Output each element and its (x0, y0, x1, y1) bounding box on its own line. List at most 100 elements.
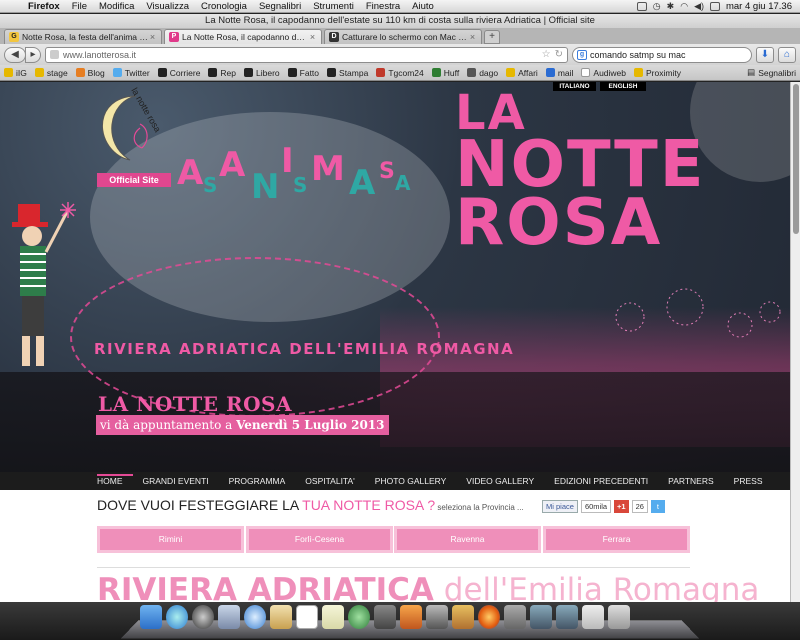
dropbox-icon[interactable] (636, 1, 647, 11)
tab-2-active[interactable]: P La Notte Rosa, il capodanno dell... × (164, 29, 322, 44)
firefox-icon[interactable] (478, 605, 500, 629)
tab-1[interactable]: G Notte Rosa, la festa dell'anima s... × (4, 29, 162, 44)
search-bar[interactable]: g comando satmp su mac (572, 46, 752, 63)
menu-finestra[interactable]: Finestra (360, 1, 406, 12)
trash-icon[interactable] (608, 605, 630, 629)
site-identity-icon[interactable] (50, 50, 59, 59)
hero-subtitle-date: Venerdì 5 Luglio 2013 (236, 418, 385, 432)
menu-segnalibri[interactable]: Segnalibri (253, 1, 307, 12)
page-scrollbar[interactable] (790, 82, 800, 602)
menu-cronologia[interactable]: Cronologia (195, 1, 253, 12)
bookmark-item[interactable]: stage (34, 68, 68, 78)
bookmark-item[interactable]: Rep (208, 68, 236, 78)
bookmark-favicon-icon (157, 68, 167, 77)
province-forli-cesena-button[interactable]: Forlì-Cesena (246, 526, 393, 553)
bookmark-item[interactable]: Blog (75, 68, 105, 78)
search-input[interactable]: comando satmp su mac (590, 50, 686, 60)
province-rimini-button[interactable]: Rimini (97, 526, 244, 553)
bookmark-item[interactable]: Libero (244, 68, 280, 78)
nav-partners[interactable]: PARTNERS (668, 476, 724, 486)
menu-strumenti[interactable]: Strumenti (307, 1, 360, 12)
twitter-bird-icon[interactable]: t (650, 500, 665, 513)
close-tab-icon[interactable]: × (468, 32, 477, 42)
bookmark-item[interactable]: Fatto (287, 68, 319, 78)
new-tab-button[interactable]: + (484, 30, 500, 44)
nav-press[interactable]: PRESS (734, 476, 773, 486)
bookmark-item[interactable]: Proximity (634, 68, 681, 78)
reload-icon[interactable]: ↻ (555, 49, 563, 60)
downloads-button[interactable]: ⬇ (756, 46, 774, 63)
bookmark-item[interactable]: Corriere (157, 68, 200, 78)
iphoto-icon[interactable] (452, 605, 474, 629)
google-plus-button[interactable]: +1 (614, 500, 629, 513)
battery-icon[interactable] (709, 1, 720, 11)
bookmark-star-icon[interactable]: ☆ (542, 49, 551, 60)
nav-video-gallery[interactable]: VIDEO GALLERY (466, 476, 544, 486)
fireworks-icon (615, 288, 781, 338)
menu-aiuto[interactable]: Aiuto (406, 1, 440, 12)
bookmark-favicon-icon (581, 68, 591, 77)
system-preferences-icon[interactable] (504, 605, 526, 629)
clock[interactable]: mar 4 giu 17.36 (726, 1, 792, 12)
app-store-icon[interactable] (166, 605, 188, 629)
forward-button[interactable]: ▸ (25, 46, 41, 63)
nav-ospitalita[interactable]: OSPITALITA' (305, 476, 365, 486)
bookmark-favicon-icon (327, 68, 337, 77)
bookmark-item[interactable]: Huff (431, 68, 459, 78)
notes-icon[interactable] (322, 605, 344, 629)
menu-modifica[interactable]: Modifica (93, 1, 140, 12)
svg-text:S: S (203, 173, 217, 197)
scrollbar-thumb[interactable] (793, 84, 799, 234)
bookmark-item[interactable]: iIG (4, 68, 27, 78)
tab-favicon-icon: G (9, 32, 19, 42)
bookmark-item[interactable]: Twitter (112, 68, 150, 78)
province-ferrara-button[interactable]: Ferrara (543, 526, 690, 553)
nav-photo-gallery[interactable]: PHOTO GALLERY (375, 476, 457, 486)
url-bar[interactable]: www.lanotterosa.it ☆ ↻ (45, 46, 568, 63)
bookmark-item[interactable]: mail (545, 68, 573, 78)
dashboard-icon[interactable] (192, 605, 214, 629)
menu-file[interactable]: File (66, 1, 93, 12)
documents-folder-icon[interactable] (556, 605, 578, 629)
volume-icon[interactable]: ◀) (694, 1, 704, 12)
moon-logo-icon[interactable] (96, 88, 156, 168)
mail-icon[interactable] (218, 605, 240, 629)
nav-grandi-eventi[interactable]: GRANDI EVENTI (143, 476, 219, 486)
safari-icon[interactable] (244, 605, 266, 629)
nav-edizioni-precedenti[interactable]: EDIZIONI PRECEDENTI (554, 476, 658, 486)
time-machine-icon[interactable] (348, 605, 370, 629)
home-button[interactable]: ⌂ (778, 46, 796, 63)
nav-home[interactable]: HOME (97, 474, 133, 486)
finder-icon[interactable] (140, 605, 162, 629)
contacts-icon[interactable] (270, 605, 292, 629)
bookmark-favicon-icon (208, 68, 218, 77)
section-divider (97, 567, 690, 568)
bookmark-item[interactable]: Stampa (327, 68, 368, 78)
province-ravenna-button[interactable]: Ravenna (394, 526, 541, 553)
tab-title: Catturare lo schermo con Mac O... (342, 32, 468, 42)
google-search-icon[interactable]: g (577, 49, 587, 60)
time-machine-icon[interactable]: ◷ (653, 1, 661, 12)
bookmark-item[interactable]: Tgcom24 (376, 68, 424, 78)
tab-3[interactable]: D Catturare lo schermo con Mac O... × (324, 29, 482, 44)
itunes-icon[interactable] (400, 605, 422, 629)
applications-folder-icon[interactable] (530, 605, 552, 629)
back-button[interactable]: ◀ (4, 46, 26, 63)
pages-icon[interactable] (426, 605, 448, 629)
bluetooth-icon[interactable]: ✱ (667, 1, 675, 12)
close-tab-icon[interactable]: × (308, 32, 317, 42)
calendar-icon[interactable] (296, 605, 318, 629)
bookmark-item[interactable]: dago (467, 68, 498, 78)
downloads-stack-icon[interactable] (582, 605, 604, 629)
bookmark-item[interactable]: Audiweb (581, 68, 626, 78)
tab-title: La Notte Rosa, il capodanno dell... (182, 32, 308, 42)
bookmarks-menu[interactable]: ▤ Segnalibri (747, 67, 796, 78)
wifi-icon[interactable]: ◠ (680, 1, 688, 12)
bookmark-item[interactable]: Affari (506, 68, 538, 78)
facebook-like-button[interactable]: Mi piace (542, 500, 578, 513)
menu-visualizza[interactable]: Visualizza (140, 1, 195, 12)
menu-app[interactable]: Firefox (22, 1, 66, 12)
preview-icon[interactable] (374, 605, 396, 629)
close-tab-icon[interactable]: × (148, 32, 157, 42)
nav-programma[interactable]: PROGRAMMA (229, 476, 296, 486)
